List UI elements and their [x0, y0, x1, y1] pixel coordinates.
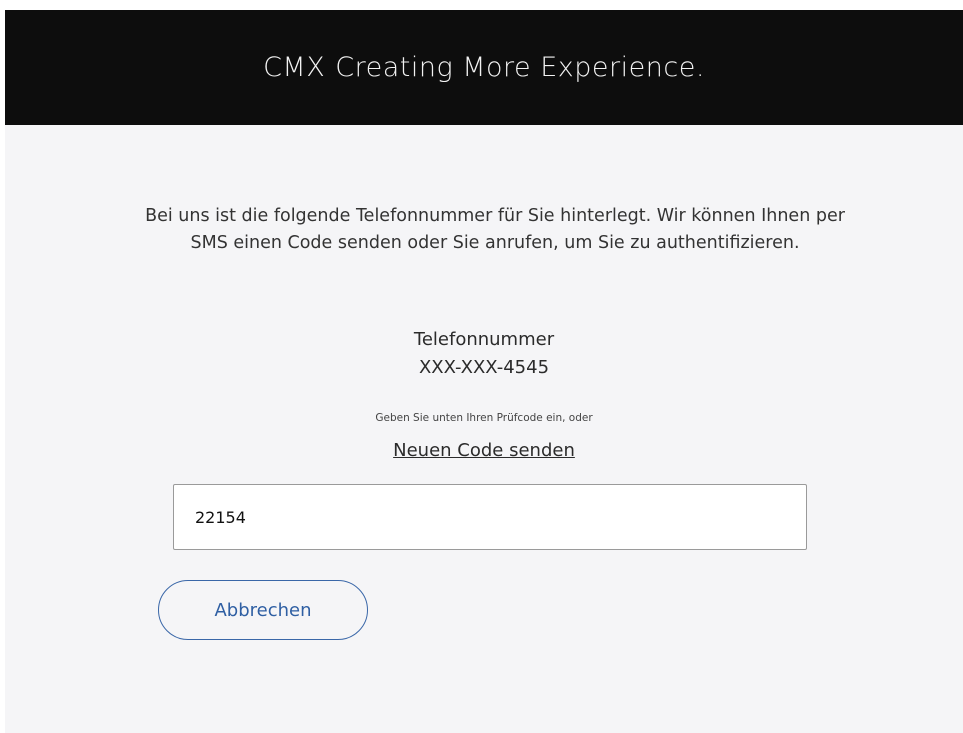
brand-name: CMX [263, 52, 326, 83]
phone-label: Telefonnummer [413, 329, 555, 350]
verification-panel: Bei uns ist die folgende Telefonnummer f… [5, 125, 963, 733]
resend-link-container: Neuen Code senden [5, 439, 963, 463]
code-hint-text: Geben Sie unten Ihren Prüfcode ein, oder [375, 412, 593, 424]
verification-code-input[interactable] [173, 484, 807, 550]
phone-number: XXX-XXX-4545 [418, 357, 550, 378]
brand-tagline: Creating More Experience. [335, 52, 705, 83]
resend-code-link[interactable]: Neuen Code senden [393, 440, 575, 461]
page-frame: CMX Creating More Experience. Bei uns ist… [5, 10, 963, 733]
brand-title: CMX Creating More Experience. [5, 52, 963, 84]
header-bar: CMX Creating More Experience. [5, 10, 963, 125]
intro-text: Bei uns ist die folgende Telefonnummer f… [145, 206, 845, 253]
cancel-button[interactable]: Abbrechen [158, 580, 368, 640]
